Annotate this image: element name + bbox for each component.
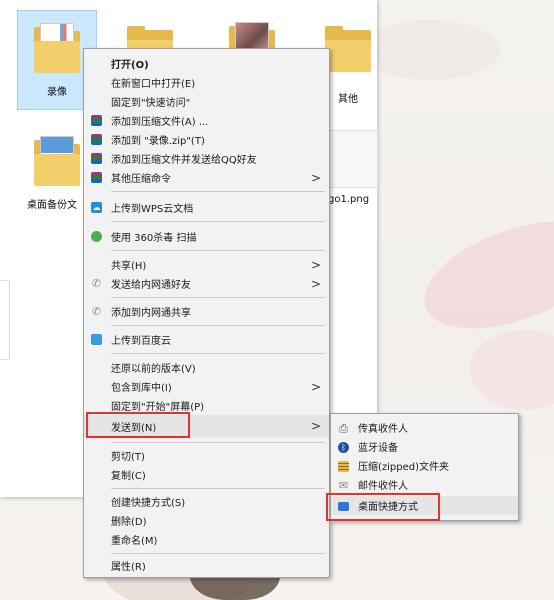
menu-item-baidu-upload[interactable]: 上传到百度云 [84, 329, 329, 350]
winrar-icon [90, 171, 103, 184]
menu-item-properties[interactable]: 属性(R) [84, 555, 329, 576]
menu-separator [111, 442, 325, 443]
menu-item-label: 复制(C) [111, 471, 146, 482]
desktop-icon [337, 500, 350, 513]
menu-item-label: 发送给内网通好友 [111, 280, 191, 291]
menu-separator [111, 297, 325, 298]
chevron-right-icon: > [310, 276, 321, 291]
menu-item-label: 上传到百度云 [111, 336, 171, 347]
sendto-zip-folder[interactable]: 压缩(zipped)文件夹 [331, 456, 518, 475]
menu-item-send-to[interactable]: 发送到(N) > [84, 415, 329, 437]
winrar-icon [90, 152, 103, 165]
menu-item-wps-upload[interactable]: ☁ 上传到WPS云文档 [84, 197, 329, 218]
sendto-desktop-shortcut[interactable]: 桌面快捷方式 [331, 496, 518, 515]
menu-separator [111, 250, 325, 251]
sendto-label: 邮件收件人 [358, 481, 408, 492]
menu-separator [111, 488, 325, 489]
menu-item-label: 创建快捷方式(S) [111, 498, 186, 509]
intranet-icon: ✆ [91, 305, 102, 318]
menu-separator [111, 353, 325, 354]
sendto-label: 压缩(zipped)文件夹 [358, 462, 450, 473]
menu-item-label: 剪切(T) [111, 452, 145, 463]
menu-item-add-archive[interactable]: 添加到压缩文件(A) ... [84, 110, 329, 131]
sendto-label: 传真收件人 [358, 424, 408, 435]
menu-separator [111, 191, 325, 192]
sendto-label: 桌面快捷方式 [358, 502, 418, 513]
menu-item-delete[interactable]: 删除(D) [84, 510, 329, 531]
wallpaper-petal [470, 330, 554, 410]
menu-item-label: 删除(D) [111, 517, 147, 528]
menu-item-open[interactable]: 打开(O) [84, 53, 329, 74]
menu-separator [111, 221, 325, 222]
winrar-icon [90, 114, 103, 127]
chevron-right-icon: > [310, 379, 321, 394]
menu-item-include-library[interactable]: 包含到库中(I) > [84, 376, 329, 397]
mail-icon: ✉ [338, 479, 349, 492]
chevron-right-icon: > [310, 170, 321, 185]
winrar-icon [90, 133, 103, 146]
chevron-right-icon: > [310, 419, 321, 433]
menu-item-rename[interactable]: 重命名(M) [84, 529, 329, 550]
sendto-mail[interactable]: ✉ 邮件收件人 [331, 475, 518, 494]
menu-item-label: 添加到压缩文件并发送给QQ好友 [111, 155, 257, 166]
menu-item-360-scan[interactable]: 使用 360杀毒 扫描 [84, 226, 329, 247]
folder-icon [30, 17, 84, 81]
menu-item-label: 添加到 "录像.zip"(T) [111, 136, 205, 147]
menu-item-label: 属性(R) [111, 562, 146, 573]
fax-icon: ⎙ [339, 421, 348, 435]
shield-360-icon [90, 230, 103, 243]
menu-item-label: 发送到(N) [111, 422, 157, 434]
menu-item-pin-quick-access[interactable]: 固定到"快速访问" [84, 91, 329, 112]
menu-item-label: 上传到WPS云文档 [111, 204, 194, 215]
menu-item-label: 使用 360杀毒 扫描 [111, 233, 197, 244]
menu-item-share[interactable]: 共享(H) > [84, 254, 329, 275]
wallpaper-petal [410, 200, 554, 350]
file-label: go1.png [328, 194, 370, 205]
menu-item-intranet-share[interactable]: ✆ 添加到内网通共享 [84, 301, 329, 322]
sendto-label: 蓝牙设备 [358, 443, 398, 454]
menu-item-pin-start[interactable]: 固定到"开始"屏幕(P) [84, 395, 329, 416]
menu-item-restore-versions[interactable]: 还原以前的版本(V) [84, 357, 329, 378]
menu-item-label: 重命名(M) [111, 536, 158, 547]
menu-item-copy[interactable]: 复制(C) [84, 464, 329, 485]
menu-separator [111, 325, 325, 326]
menu-item-open-new-window[interactable]: 在新窗口中打开(E) [84, 72, 329, 93]
baidu-cloud-icon [90, 333, 103, 346]
send-to-submenu: ⎙ 传真收件人 ᛒ 蓝牙设备 压缩(zipped)文件夹 ✉ 邮件收件人 桌面快… [330, 413, 519, 521]
menu-item-create-shortcut[interactable]: 创建快捷方式(S) [84, 491, 329, 512]
menu-item-other-compress[interactable]: 其他压缩命令 > [84, 167, 329, 188]
wps-cloud-icon: ☁ [91, 202, 102, 213]
menu-item-archive-send-qq[interactable]: 添加到压缩文件并发送给QQ好友 [84, 148, 329, 169]
menu-item-label: 打开(O) [111, 60, 149, 71]
menu-item-label: 固定到"快速访问" [111, 98, 191, 109]
menu-item-label: 添加到内网通共享 [111, 308, 191, 319]
sendto-bluetooth[interactable]: ᛒ 蓝牙设备 [331, 437, 518, 456]
menu-item-add-zip[interactable]: 添加到 "录像.zip"(T) [84, 129, 329, 150]
menu-separator [111, 553, 325, 554]
menu-item-label: 共享(H) [111, 261, 147, 272]
intranet-icon: ✆ [91, 277, 102, 290]
menu-item-send-intranet-friend[interactable]: ✆ 发送给内网通好友 > [84, 273, 329, 294]
menu-item-label: 还原以前的版本(V) [111, 364, 196, 375]
menu-item-label: 固定到"开始"屏幕(P) [111, 402, 205, 413]
menu-item-cut[interactable]: 剪切(T) [84, 445, 329, 466]
context-menu: 打开(O) 在新窗口中打开(E) 固定到"快速访问" 添加到压缩文件(A) ..… [83, 48, 330, 578]
folder-icon [30, 130, 84, 194]
zip-folder-icon [337, 460, 350, 473]
menu-item-label: 在新窗口中打开(E) [111, 79, 196, 90]
chevron-right-icon: > [310, 257, 321, 272]
menu-item-label: 包含到库中(I) [111, 383, 172, 394]
sendto-fax[interactable]: ⎙ 传真收件人 [331, 418, 518, 437]
menu-item-label: 其他压缩命令 [111, 174, 171, 185]
menu-item-label: 添加到压缩文件(A) ... [111, 117, 209, 128]
bluetooth-icon: ᛒ [337, 441, 350, 454]
partial-file-item [0, 280, 10, 360]
